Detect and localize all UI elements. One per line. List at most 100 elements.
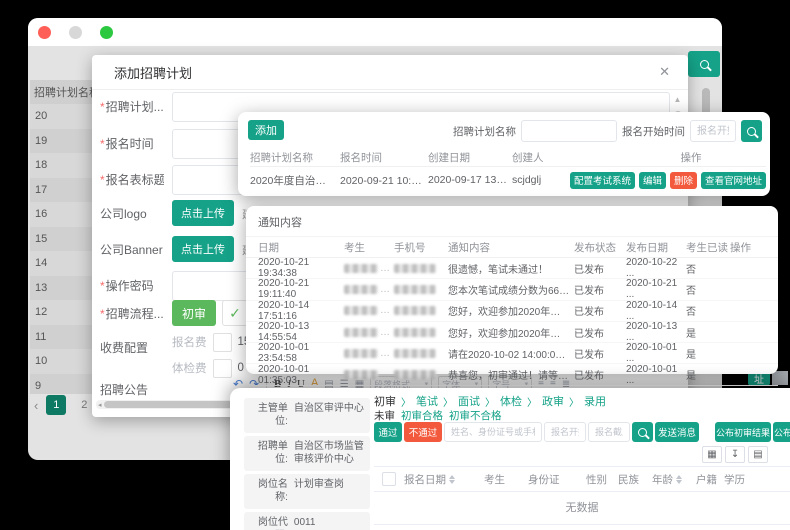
close-window-icon[interactable] (38, 26, 51, 39)
send-message-button[interactable]: 发送消息 (655, 422, 699, 442)
review-action-bar: 通过 不通过 发送消息 公布初审结果 公布缴费通知 (374, 422, 790, 442)
notify-pubdate-cell: 2020-10-22 ... (626, 257, 686, 279)
redacted-text (394, 349, 436, 358)
edit-button[interactable]: 编辑 (639, 172, 666, 189)
review-step-link[interactable]: 体检 (500, 393, 522, 409)
fee-checkbox[interactable] (213, 333, 232, 352)
logo-upload-button[interactable]: 点击上传 (172, 200, 234, 226)
info-row: 岗位名称:计划审查岗 (244, 474, 370, 509)
review-step-link[interactable]: 面试 (458, 393, 480, 409)
notify-pubdate-cell: 2020-10-14 ... (626, 300, 686, 322)
step-separator-icon: 〉 (443, 394, 453, 409)
notify-row[interactable]: 2020-10-21 19:11:40…您本次笔试成绩分数为66.52分已发布2… (246, 279, 778, 300)
plan-creator-cell: scjdglj (512, 174, 568, 186)
pagination-prev-icon[interactable]: ‹ (34, 398, 38, 413)
review-step-link[interactable]: 初审 (374, 393, 396, 409)
notify-read-cell: 否 (686, 303, 730, 318)
close-icon[interactable]: ✕ (659, 64, 670, 80)
notify-status-cell: 已发布 (574, 261, 626, 276)
review-steps: 初审〉笔试〉面试〉体检〉政审〉录用 (374, 394, 606, 408)
notify-row[interactable]: 2020-10-01 23:54:58 … 请在2020-10-02 14:00:0… (246, 343, 778, 364)
row-select-checkbox[interactable] (382, 472, 396, 486)
modal-scroll-up-icon[interactable]: ▲ (673, 95, 682, 109)
candidate-redacted-cell: … (344, 263, 394, 274)
notify-content-cell: 请在2020-10-02 14:00:00到2020-10-... (448, 346, 574, 361)
zoom-window-icon[interactable] (100, 26, 113, 39)
review-column-header: 户籍 (696, 472, 724, 487)
notify-read-cell: 否 (686, 261, 730, 276)
review-filter-link[interactable]: 未审 (374, 408, 395, 423)
fail-button[interactable]: 不通过 (404, 422, 442, 442)
plan-column-header: 招聘计划名称 (250, 150, 340, 165)
fee-label: 报名费 (172, 334, 207, 350)
notify-date-cell: 2020-10-21 19:34:38 (258, 257, 344, 279)
scroll-thumb[interactable] (104, 401, 236, 408)
notify-read-cell: 是 (686, 346, 730, 361)
info-value: 计划审查岗 (294, 479, 364, 504)
signup-end-input[interactable] (588, 422, 630, 442)
pass-button[interactable]: 通过 (374, 422, 402, 442)
notify-row[interactable]: 2020-10-01 01:35:03…恭喜您，初审通过！请等待进一步通知已发布… (246, 364, 778, 385)
publish-fee-button[interactable]: 公布缴费通知 (773, 422, 790, 442)
flow-check-icon[interactable]: ✓ (222, 300, 248, 326)
candidate-search-input[interactable] (444, 422, 542, 442)
plan-search-bar: 招聘计划名称 报名开始时间 (478, 120, 762, 142)
review-step-link[interactable]: 笔试 (416, 393, 438, 409)
plan-name-search-input[interactable] (521, 120, 617, 142)
export-icon[interactable]: ↧ (725, 446, 745, 463)
candidate-redacted-cell: … (344, 369, 394, 380)
start-time-search-input[interactable] (690, 120, 736, 142)
field-label-notice: 招聘公告 (100, 381, 164, 398)
column-settings-icon[interactable]: ▦ (702, 446, 722, 463)
review-column-label: 身份证 (528, 472, 560, 487)
view-site-button[interactable]: 查看官网地址 (701, 172, 766, 189)
plan-search-button[interactable] (741, 120, 762, 142)
info-label: 岗位名称: (250, 479, 288, 504)
notify-content-cell: 您本次笔试成绩分数为66.52分 (448, 282, 574, 297)
pagination-page[interactable]: 1 (46, 395, 66, 415)
review-step-link[interactable]: 录用 (584, 393, 606, 409)
search-icon (638, 428, 647, 437)
plan-column-header: 创建日期 (428, 150, 512, 165)
signup-start-input[interactable] (544, 422, 586, 442)
notify-column-header: 手机号 (394, 240, 448, 255)
sort-icon[interactable] (676, 475, 682, 484)
fee-checkbox[interactable] (213, 359, 232, 378)
notify-column-header: 考生 (344, 240, 394, 255)
ellipsis: … (380, 348, 390, 359)
print-icon[interactable]: ▤ (748, 446, 768, 463)
plan-name-cell: 2020年度自治区市场监... (250, 173, 340, 188)
review-filter-link[interactable]: 初审合格 (401, 408, 443, 423)
info-value: 自治区市场监管审核评价中心 (294, 441, 364, 466)
bg-search-button[interactable] (688, 51, 720, 77)
notify-column-header: 操作 (730, 240, 758, 255)
banner-upload-button[interactable]: 点击上传 (172, 236, 234, 262)
notify-pubdate-cell: 2020-10-21 ... (626, 278, 686, 300)
review-column-header: 年龄 (652, 472, 696, 487)
notify-date-cell: 2020-10-21 19:11:40 (258, 278, 344, 300)
publish-result-button[interactable]: 公布初审结果 (715, 422, 771, 442)
review-step-link[interactable]: 政审 (542, 393, 564, 409)
redacted-text (394, 306, 436, 315)
candidate-redacted-cell: … (344, 327, 394, 338)
minimize-window-icon[interactable] (69, 26, 82, 39)
configure-exam-button[interactable]: 配置考试系统 (570, 172, 635, 189)
redacted-text (394, 285, 436, 294)
table-tool-buttons: ▦↧▤ (702, 446, 768, 463)
notify-row[interactable]: 2020-10-14 17:51:16…您好，欢迎参加2020年度自治区市场..… (246, 301, 778, 322)
flow-step-first-button[interactable]: 初审 (172, 300, 216, 326)
notify-row[interactable]: 2020-10-13 14:55:54…您好，欢迎参加2020年度自治区市场..… (246, 322, 778, 343)
notify-date-cell: 2020-10-01 23:54:58 (258, 342, 344, 364)
field-label-signup-time: *报名时间 (100, 135, 164, 152)
review-filter-link[interactable]: 初审不合格 (449, 408, 502, 423)
notify-row[interactable]: 2020-10-21 19:34:38…很遗憾，笔试未通过！已发布2020-10… (246, 258, 778, 279)
delete-button[interactable]: 删除 (670, 172, 697, 189)
review-search-button[interactable] (632, 422, 653, 442)
review-column-label: 年龄 (652, 472, 673, 487)
plan-add-button[interactable]: 添加 (248, 120, 284, 140)
scroll-left-icon[interactable]: ◂ (98, 401, 102, 409)
review-column-header: 性别 (586, 472, 618, 487)
notify-table-body: 2020-10-21 19:34:38…很遗憾，笔试未通过！已发布2020-10… (246, 258, 778, 386)
sort-icon[interactable] (449, 475, 455, 484)
plan-table-row[interactable]: 2020年度自治区市场监... 2020-09-21 10:00到2020...… (250, 168, 766, 192)
